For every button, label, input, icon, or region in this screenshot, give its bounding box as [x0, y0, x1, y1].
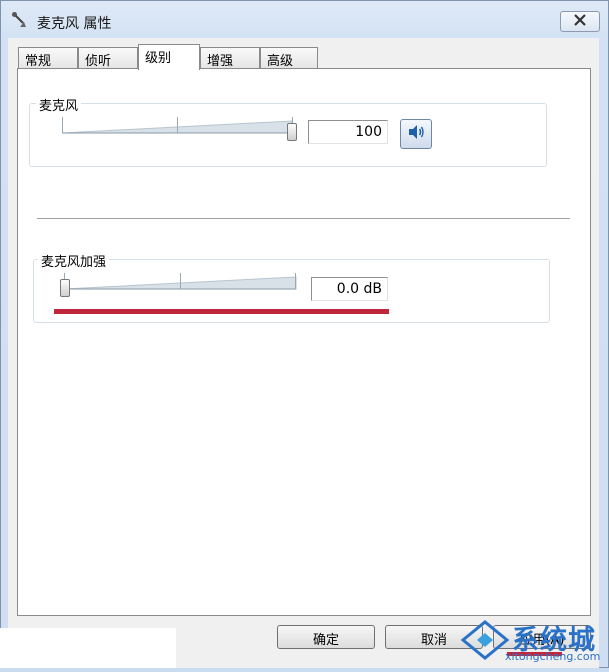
close-icon: [573, 13, 587, 30]
microphone-slider-thumb[interactable]: [287, 123, 297, 141]
speaker-icon: [407, 124, 425, 144]
ok-button[interactable]: 确定: [277, 625, 375, 649]
tab-advanced[interactable]: 高级: [260, 47, 318, 69]
tab-levels[interactable]: 级别: [138, 44, 200, 70]
boost-slider-thumb[interactable]: [60, 279, 70, 297]
tab-listen[interactable]: 侦听: [78, 47, 138, 69]
separator: [37, 218, 570, 219]
blank-area: [0, 628, 176, 668]
boost-label: 麦克风加强: [38, 251, 110, 270]
mute-button[interactable]: [400, 119, 432, 149]
microphone-level-input[interactable]: 100: [308, 120, 388, 144]
microphone-icon: [11, 11, 29, 29]
highlight-underline: [54, 309, 389, 314]
slider-tick: [177, 117, 178, 133]
microphone-label: 麦克风: [36, 95, 82, 114]
watermark-url: xitongcheng.com: [505, 650, 601, 663]
slider-tick: [295, 273, 296, 289]
close-button[interactable]: [560, 11, 600, 32]
slider-tick: [180, 273, 181, 289]
microphone-slider-track[interactable]: [60, 117, 300, 141]
window-title: 麦克风 属性: [37, 16, 112, 32]
tab-general[interactable]: 常规: [18, 47, 78, 69]
boost-slider-track[interactable]: [62, 273, 302, 297]
tab-enhancements[interactable]: 增强: [200, 47, 260, 69]
title-bar[interactable]: 麦克风 属性: [1, 1, 608, 41]
boost-level-input[interactable]: 0.0 dB: [311, 277, 388, 301]
slider-tick: [62, 117, 63, 133]
